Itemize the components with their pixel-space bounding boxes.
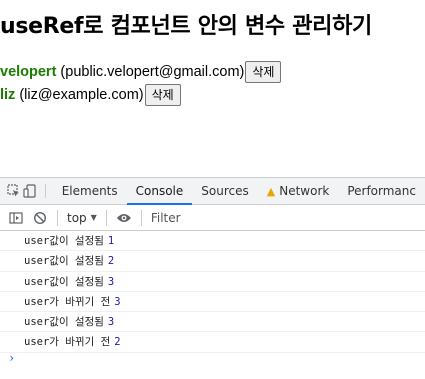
- log-value: 3: [114, 295, 121, 308]
- log-text: user가 바뀌기 전: [24, 295, 111, 308]
- clear-console-icon[interactable]: [28, 206, 52, 230]
- filter-input[interactable]: [150, 207, 416, 228]
- toolbar-divider: [105, 209, 107, 226]
- devtools-tabbar: Elements Console Sources ▲ Network Perfo…: [0, 178, 425, 205]
- console-log-line: user값이 설정됨 3: [0, 272, 425, 292]
- tab-network-label: Network: [279, 184, 330, 198]
- caret-down-icon: ▼: [90, 213, 97, 222]
- log-value: 2: [114, 336, 121, 349]
- tab-sources[interactable]: Sources: [192, 178, 257, 204]
- tab-performance[interactable]: Performanc: [338, 178, 425, 204]
- log-text: user값이 설정됨: [24, 275, 104, 288]
- tab-network[interactable]: ▲ Network: [258, 178, 339, 204]
- log-value: 3: [107, 316, 115, 329]
- log-text: user값이 설정됨: [24, 255, 104, 268]
- console-log-line: user가 바뀌기 전2: [0, 332, 425, 353]
- devtools-panel: Elements Console Sources ▲ Network Perfo…: [0, 177, 425, 379]
- browser-page: useRef로 컴포넌트 안의 변수 관리하기 velopert (public…: [0, 0, 425, 379]
- user-email: (liz@example.com): [19, 87, 144, 103]
- log-value: 1: [107, 235, 115, 247]
- log-text: user값이 설정됨: [24, 316, 104, 329]
- tab-elements[interactable]: Elements: [53, 178, 127, 204]
- log-text: user가 바뀌기 전: [24, 336, 111, 349]
- delete-button[interactable]: 삭제: [245, 61, 282, 83]
- username: liz: [0, 87, 16, 103]
- console-toolbar: top ▼: [0, 205, 425, 231]
- user-item: velopert (public.velopert@gmail.com) 삭제: [0, 61, 282, 83]
- device-toggle-icon[interactable]: [22, 178, 38, 204]
- warning-icon: ▲: [266, 184, 276, 198]
- console-log-line: user값이 설정됨 1: [0, 231, 425, 252]
- inspect-icon[interactable]: [6, 178, 22, 204]
- console-prompt[interactable]: ›: [8, 351, 15, 365]
- log-value: 3: [107, 275, 115, 288]
- console-log-list: user값이 설정됨 1 user값이 설정됨 2 user값이 설정됨 3 user…: [0, 231, 425, 353]
- tab-console[interactable]: Console: [126, 178, 193, 205]
- log-value: 2: [107, 255, 115, 268]
- user-item: liz (liz@example.com) 삭제: [0, 84, 181, 106]
- context-value: top: [67, 210, 87, 225]
- eye-icon[interactable]: [112, 206, 136, 230]
- toolbar-divider: [140, 209, 142, 226]
- console-log-line: user값이 설정됨 3: [0, 312, 425, 333]
- console-log-line: user값이 설정됨 2: [0, 251, 425, 272]
- page-title: useRef로 컴포넌트 안의 변수 관리하기: [0, 14, 372, 39]
- username: velopert: [0, 64, 57, 80]
- console-log-line: user가 바뀌기 전3: [0, 292, 425, 313]
- toolbar-divider: [44, 184, 46, 198]
- user-email: (public.velopert@gmail.com): [60, 64, 245, 80]
- toolbar-divider: [57, 209, 58, 226]
- delete-button[interactable]: 삭제: [144, 84, 181, 106]
- sidebar-toggle-icon[interactable]: [4, 206, 28, 230]
- log-text: user값이 설정됨: [24, 235, 104, 247]
- context-select[interactable]: top ▼: [63, 211, 101, 225]
